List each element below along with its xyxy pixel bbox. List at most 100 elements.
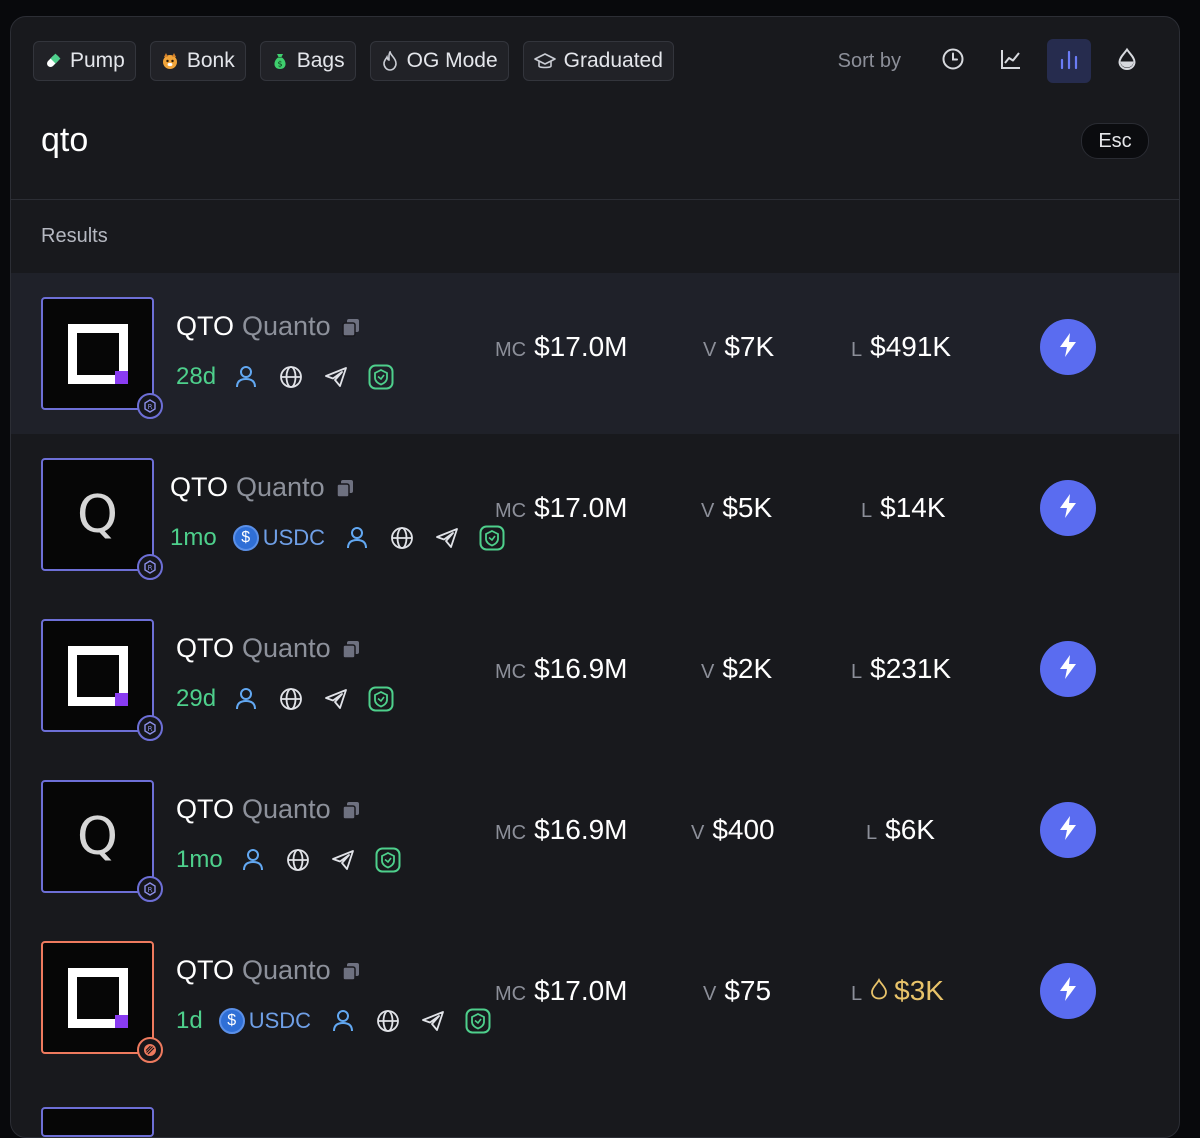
mc-label: MC — [495, 500, 527, 522]
sort-by-age-button[interactable] — [931, 39, 975, 83]
mc-label: MC — [495, 339, 527, 361]
esc-button[interactable]: Esc — [1081, 123, 1149, 159]
search-input[interactable]: qto — [41, 121, 88, 160]
shield-scan-icon[interactable] — [367, 363, 395, 391]
copy-icon[interactable] — [341, 800, 361, 820]
liquidity: L $491K — [851, 331, 951, 363]
filter-graduated-label: Graduated — [563, 49, 663, 72]
token-name: QTO Quanto — [170, 472, 355, 503]
clock-icon — [941, 47, 965, 76]
token-age: 1d — [176, 1007, 203, 1034]
token-logo: Q — [41, 458, 154, 571]
result-row[interactable]: R QTO Quanto 28d MC $17.0M V $7K L $491K — [11, 273, 1179, 434]
v-label: V — [701, 661, 715, 683]
liquidity: L $6K — [866, 814, 935, 846]
filter-bonk-label: Bonk — [186, 49, 235, 72]
copy-icon[interactable] — [341, 961, 361, 981]
copy-icon[interactable] — [341, 639, 361, 659]
telegram-icon[interactable] — [419, 1007, 447, 1035]
globe-icon[interactable] — [277, 363, 305, 391]
telegram-icon[interactable] — [433, 524, 461, 552]
filter-bags[interactable]: $ Bags — [259, 41, 356, 81]
quote-token-label: USDC — [248, 1008, 312, 1033]
telegram-icon[interactable] — [322, 685, 350, 713]
sort-by-label: Sort by — [837, 49, 901, 72]
token-symbol: QTO — [176, 633, 235, 663]
filter-pump[interactable]: Pump — [33, 41, 136, 81]
token-name: QTO Quanto — [176, 311, 361, 342]
result-row[interactable]: Q R QTO Quanto 1mo MC $16.9M V $400 L $6K — [11, 756, 1179, 917]
volume: V $400 — [691, 814, 775, 846]
globe-icon[interactable] — [277, 685, 305, 713]
v-value: $2K — [722, 653, 773, 684]
lightning-icon — [1057, 332, 1079, 363]
user-icon[interactable] — [343, 524, 371, 552]
filter-og-mode-label: OG Mode — [406, 49, 498, 72]
filter-graduated[interactable]: Graduated — [522, 41, 674, 81]
user-icon[interactable] — [232, 685, 260, 713]
quick-buy-button[interactable] — [1040, 480, 1096, 536]
token-age: 28d — [176, 363, 217, 390]
copy-icon[interactable] — [335, 478, 355, 498]
v-value: $75 — [724, 975, 772, 1006]
volume: V $75 — [703, 975, 771, 1007]
token-symbol: QTO — [170, 472, 229, 502]
result-row[interactable]: Q R QTO Quanto 1mo $ USDC MC $17.0M V $5K L… — [11, 434, 1179, 595]
token-name: QTO Quanto — [176, 955, 361, 986]
user-icon[interactable] — [239, 846, 267, 874]
token-full-name: Quanto — [242, 794, 331, 824]
market-cap: MC $17.0M — [495, 492, 628, 524]
token-full-name: Quanto — [242, 955, 331, 985]
liquidity: L $14K — [861, 492, 946, 524]
globe-icon[interactable] — [388, 524, 416, 552]
quick-buy-button[interactable] — [1040, 641, 1096, 697]
copy-icon[interactable] — [341, 317, 361, 337]
sort-by-volume-button[interactable] — [1047, 39, 1091, 83]
shield-scan-icon[interactable] — [464, 1007, 492, 1035]
volume: V $7K — [703, 331, 774, 363]
globe-icon[interactable] — [284, 846, 312, 874]
pill-icon — [44, 52, 62, 70]
user-icon[interactable] — [232, 363, 260, 391]
token-logo — [41, 619, 154, 732]
quick-buy-button[interactable] — [1040, 319, 1096, 375]
sort-controls: Sort by — [838, 39, 1149, 83]
l-label: L — [861, 500, 873, 522]
liquidity: L $231K — [851, 653, 951, 685]
bar-chart-icon — [1057, 47, 1081, 76]
token-name: QTO Quanto — [176, 633, 361, 664]
telegram-icon[interactable] — [329, 846, 357, 874]
svg-text:R: R — [148, 725, 153, 733]
mc-label: MC — [495, 822, 527, 844]
l-label: L — [866, 822, 878, 844]
filter-og-mode[interactable]: OG Mode — [369, 41, 509, 81]
result-row[interactable]: R QTO Quanto 29d MC $16.9M V $2K L $231K — [11, 595, 1179, 756]
telegram-icon[interactable] — [322, 363, 350, 391]
sort-by-liquidity-button[interactable] — [1105, 39, 1149, 83]
token-full-name: Quanto — [242, 633, 331, 663]
v-label: V — [701, 500, 715, 522]
sort-by-market-cap-button[interactable] — [989, 39, 1033, 83]
shield-scan-icon[interactable] — [367, 685, 395, 713]
quick-buy-button[interactable] — [1040, 963, 1096, 1019]
result-row[interactable]: QTO Quanto 1d $ USDC MC $17.0M V $75 L $3K — [11, 917, 1179, 1078]
launchpad-badge-icon — [137, 1037, 163, 1063]
svg-text:R: R — [148, 564, 153, 572]
user-icon[interactable] — [329, 1007, 357, 1035]
graduation-cap-icon — [533, 52, 556, 70]
liquidity: L $3K — [851, 975, 944, 1007]
shield-scan-icon[interactable] — [374, 846, 402, 874]
token-meta: 1mo — [176, 846, 419, 874]
token-meta: 29d — [176, 685, 412, 713]
volume: V $5K — [701, 492, 772, 524]
shield-scan-icon[interactable] — [478, 524, 506, 552]
filter-bonk[interactable]: Bonk — [149, 41, 246, 81]
token-logo — [41, 941, 154, 1054]
v-value: $7K — [724, 331, 775, 362]
lightning-icon — [1057, 493, 1079, 524]
globe-icon[interactable] — [374, 1007, 402, 1035]
quick-buy-button[interactable] — [1040, 802, 1096, 858]
bonk-dog-icon — [161, 52, 179, 70]
flame-icon — [381, 51, 399, 71]
low-liquidity-drop-icon — [870, 975, 888, 1007]
